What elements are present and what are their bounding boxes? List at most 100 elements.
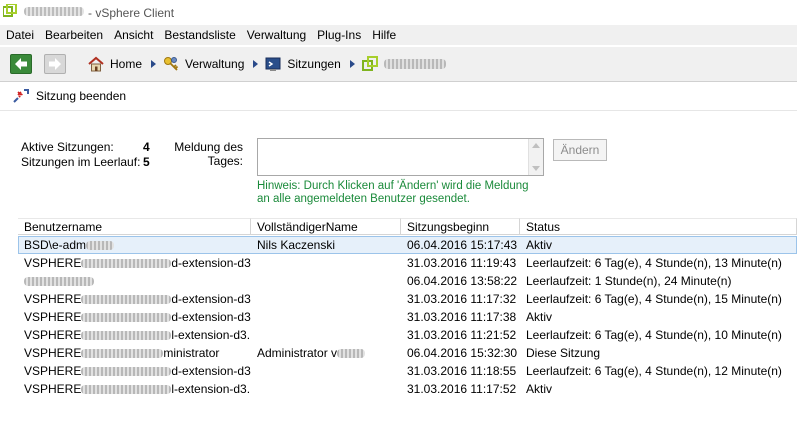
cell-username: VSPHERE d-extension-d3... [18,254,251,272]
username-suffix: d-extension-d3... [171,310,251,324]
cell-username [18,272,251,290]
idle-sessions-label: Sitzungen im Leerlauf: [21,155,141,169]
username-suffix: ministrator [163,346,220,360]
table-row[interactable]: VSPHERE l-extension-d3... 31.03.2016 11:21… [18,326,797,344]
active-sessions-count: 4 [143,140,150,154]
admin-keys-icon [164,57,179,71]
table-row[interactable]: VSPHERE d-extension-d3... 31.03.2016 11:17… [18,308,797,326]
column-username[interactable]: Benutzername [18,218,251,234]
username-prefix: VSPHERE [24,382,82,396]
full-name-redacted [337,349,366,359]
cell-session-start: 31.03.2016 11:21:52 [407,328,517,342]
column-session-start[interactable]: Sitzungsbeginn [401,218,520,234]
cell-username: VSPHERE d-extension-d3... [18,308,251,326]
column-status[interactable]: Status [520,218,797,234]
cell-session-start: 31.03.2016 11:17:52 [407,382,517,396]
username-prefix: VSPHERE [24,292,82,306]
column-full-name[interactable]: VollständigerName [251,218,401,234]
cell-status: Leerlaufzeit: 6 Tag(e), 4 Stunde(n), 10 … [526,328,782,342]
cell-username: VSPHERE d-extension-d3... [18,362,251,380]
table-row[interactable]: VSPHERE ministrator Administrator v 06.04.2… [18,344,797,362]
username-prefix: VSPHERE [24,328,82,342]
cell-full-name [251,380,401,398]
title-redacted [24,7,84,16]
cell-status: Aktiv [526,238,553,252]
menu-plugins[interactable]: Plug-Ins [311,28,366,42]
username-prefix: VSPHERE [24,256,82,270]
navigation-bar: Home Verwaltung Sitzungen [0,47,797,82]
table-row[interactable]: VSPHERE d-extension-d3... 31.03.2016 11:19… [18,254,797,272]
server-name-redacted [383,59,446,69]
breadcrumb: Home Verwaltung Sitzungen [88,56,446,72]
table-row[interactable]: 06.04.2016 13:58:22 Leerlaufzeit: 1 Stund… [18,272,797,290]
motd-label: Meldung des Tages: [174,140,243,168]
username-suffix: l-extension-d3... [171,328,251,342]
motd-textarea[interactable] [257,138,544,176]
breadcrumb-sessions[interactable]: Sitzungen [265,56,341,72]
vsphere-logo-icon [3,4,17,17]
end-session-label: Sitzung beenden [36,89,127,103]
sessions-table-header: Benutzername VollständigerName Sitzungsb… [18,218,797,235]
username-prefix: VSPHERE [24,364,82,378]
menu-ansicht[interactable]: Ansicht [108,28,158,42]
cell-session-start: 31.03.2016 11:19:43 [407,256,517,270]
cell-full-name [251,362,401,380]
menu-verwaltung[interactable]: Verwaltung [241,28,311,42]
arrow-right-icon [49,58,61,70]
table-row[interactable]: VSPHERE d-extension-d3... 31.03.2016 11:17… [18,290,797,308]
cell-status: Leerlaufzeit: 6 Tag(e), 4 Stunde(n), 12 … [526,364,782,378]
menu-bestandsliste[interactable]: Bestandsliste [158,28,240,42]
cell-status: Leerlaufzeit: 6 Tag(e), 4 Stunde(n), 15 … [526,292,782,306]
cell-username: VSPHERE d-extension-d3... [18,290,251,308]
change-motd-button[interactable]: Ändern [553,139,607,161]
home-icon [88,56,104,72]
vcenter-server-icon [361,56,378,71]
session-summary-labels: Aktive Sitzungen: Sitzungen im Leerlauf: [21,140,140,170]
cell-full-name [251,326,401,344]
cell-session-start: 31.03.2016 11:17:38 [407,310,517,324]
breadcrumb-server[interactable] [361,56,446,72]
cell-status: Diese Sitzung [526,346,601,360]
breadcrumb-admin[interactable]: Verwaltung [163,56,244,72]
cell-username: BSD\e-adm [18,236,251,254]
username-suffix: l-extension-d3... [171,382,251,396]
username-redacted [81,367,172,377]
cell-username: VSPHERE ministrator [18,344,251,362]
table-row[interactable]: BSD\e-adm Nils Kaczenski 06.04.2016 15:17:… [18,236,797,254]
username-redacted [81,259,172,269]
menu-datei[interactable]: Datei [0,28,39,42]
username-prefix: BSD\e-adm [24,238,87,252]
cell-session-start: 06.04.2016 15:32:30 [407,346,518,360]
menu-bearbeiten[interactable]: Bearbeiten [39,28,108,42]
menu-bar: Datei Bearbeiten Ansicht Bestandsliste V… [0,25,797,45]
back-button[interactable] [10,54,32,74]
cell-username: VSPHERE l-extension-d3... [18,380,251,398]
cell-status: Leerlaufzeit: 1 Stunde(n), 24 Minute(n) [526,274,732,288]
username-redacted [24,277,94,287]
scroll-down-icon [532,166,540,171]
cell-session-start: 31.03.2016 11:17:32 [407,292,517,306]
cell-status: Aktiv [526,310,553,324]
idle-sessions-count: 5 [143,155,150,169]
username-suffix: d-extension-d3... [171,292,251,306]
username-suffix: d-extension-d3... [171,256,251,270]
table-row[interactable]: VSPHERE l-extension-d3... 31.03.2016 11:17… [18,380,797,398]
table-row[interactable]: VSPHERE d-extension-d3... 31.03.2016 11:18… [18,362,797,380]
username-redacted [81,385,172,395]
motd-scrollbar[interactable] [528,139,543,175]
sessions-console-icon [265,57,281,71]
cell-status: Leerlaufzeit: 6 Tag(e), 4 Stunde(n), 13 … [526,256,782,270]
chevron-right-icon [151,60,157,68]
username-redacted [81,295,172,305]
cell-full-name [251,290,401,308]
forward-button[interactable] [44,54,66,74]
menu-hilfe[interactable]: Hilfe [366,28,401,42]
toolbar: Sitzung beenden [0,82,797,111]
full-name-text: Administrator v [257,346,338,360]
cell-username: VSPHERE l-extension-d3... [18,326,251,344]
cell-full-name: Administrator v [251,344,401,362]
breadcrumb-home[interactable]: Home [88,56,142,72]
end-session-button[interactable]: Sitzung beenden [12,88,126,104]
session-summary-values: 4 5 [143,140,150,170]
cell-status: Aktiv [526,382,553,396]
